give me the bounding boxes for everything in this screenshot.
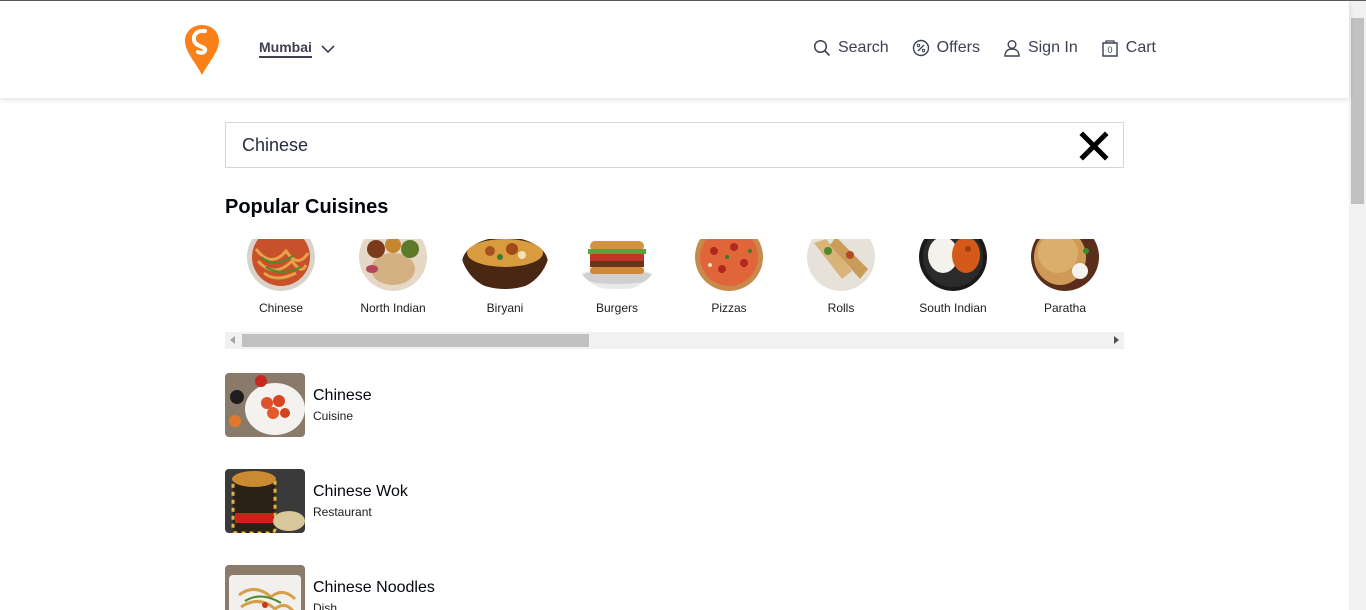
result-text: Chinese Wok Restaurant: [313, 469, 408, 533]
top-nav: Search Offers Sign In 0 Cart: [790, 39, 1156, 57]
result-type: Restaurant: [313, 505, 372, 519]
cuisine-item-burgers[interactable]: Burgers: [561, 239, 673, 315]
popular-cuisines-title: Popular Cuisines: [225, 196, 389, 218]
cuisine-label: Burgers: [595, 301, 639, 315]
cart-icon: 0: [1102, 40, 1118, 57]
result-text: Chinese Cuisine: [313, 373, 372, 437]
burger-image: [572, 239, 662, 291]
cuisine-label: North Indian: [360, 301, 426, 315]
close-icon[interactable]: [1079, 131, 1109, 161]
search-result-item[interactable]: Chinese Cuisine: [225, 373, 625, 437]
search-input-value[interactable]: Chinese: [242, 135, 308, 156]
nav-sign-in[interactable]: Sign In: [1003, 39, 1078, 57]
offers-icon: [912, 39, 929, 57]
nav-cart[interactable]: 0 Cart: [1101, 39, 1156, 57]
chinese-food-image: [246, 239, 316, 291]
cuisine-item-south-indian[interactable]: South Indian: [897, 239, 1009, 315]
north-indian-food-image: [358, 239, 428, 291]
cuisine-carousel: Chinese North Indian Biryani Burgers Piz…: [225, 239, 1124, 331]
page-scrollbar[interactable]: [1349, 1, 1366, 610]
cuisine-label: Rolls: [827, 301, 855, 315]
nav-search[interactable]: Search: [813, 39, 889, 57]
nav-search-label: Search: [837, 39, 889, 56]
cuisine-label: Biryani: [486, 301, 524, 315]
cuisine-label: South Indian: [919, 301, 987, 315]
scroll-left-arrow-icon[interactable]: [230, 336, 235, 344]
south-indian-food-image: [918, 239, 988, 291]
result-name: Chinese Noodles: [313, 579, 435, 596]
cuisine-label: Pizzas: [711, 301, 747, 315]
result-thumbnail-chinese-wok: [225, 469, 305, 533]
cart-count: 0: [1107, 45, 1112, 55]
location-selector[interactable]: Mumbai: [259, 39, 335, 58]
result-thumbnail-chinese-noodles: [225, 565, 305, 610]
scroll-right-arrow-icon[interactable]: [1114, 336, 1119, 344]
page: Mumbai Search Offers Sign In 0 Cart Chin…: [0, 0, 1366, 610]
cuisine-label: Chinese: [258, 301, 304, 315]
nav-offers-label: Offers: [936, 39, 980, 56]
search-result-item[interactable]: Chinese Wok Restaurant: [225, 469, 625, 533]
swiggy-logo[interactable]: [184, 25, 220, 75]
result-type: Dish: [313, 601, 338, 610]
nav-offers[interactable]: Offers: [912, 39, 980, 57]
search-input[interactable]: Chinese: [225, 122, 1124, 168]
cuisine-item-pizzas[interactable]: Pizzas: [673, 239, 785, 315]
cuisine-item-north-indian[interactable]: North Indian: [337, 239, 449, 315]
result-name: Chinese Wok: [313, 483, 408, 500]
carousel-scrollbar[interactable]: [225, 332, 1124, 349]
carousel-scrollbar-thumb[interactable]: [242, 334, 589, 347]
nav-sign-in-label: Sign In: [1027, 39, 1078, 56]
header: Mumbai Search Offers Sign In 0 Cart: [0, 1, 1349, 98]
cuisine-label: Paratha: [1043, 301, 1087, 315]
pizza-image: [694, 239, 764, 291]
search-result-item[interactable]: Chinese Noodles Dish: [225, 565, 625, 610]
location-label: Mumbai: [259, 39, 312, 58]
chevron-down-icon: [321, 44, 335, 53]
paratha-image: [1030, 239, 1100, 291]
cuisine-item-chinese[interactable]: Chinese: [225, 239, 337, 315]
cuisine-item-paratha[interactable]: Paratha: [1009, 239, 1121, 315]
biryani-image: [460, 239, 550, 291]
user-icon: [1004, 40, 1020, 57]
result-name: Chinese: [313, 387, 372, 404]
cuisine-item-biryani[interactable]: Biryani: [449, 239, 561, 315]
result-thumbnail-chinese: [225, 373, 305, 437]
cuisine-item-rolls[interactable]: Rolls: [785, 239, 897, 315]
search-icon: [813, 39, 831, 57]
result-text: Chinese Noodles Dish: [313, 565, 435, 610]
result-type: Cuisine: [313, 409, 354, 423]
page-scrollbar-thumb[interactable]: [1351, 18, 1364, 204]
rolls-image: [806, 239, 876, 291]
nav-cart-label: Cart: [1125, 39, 1156, 56]
